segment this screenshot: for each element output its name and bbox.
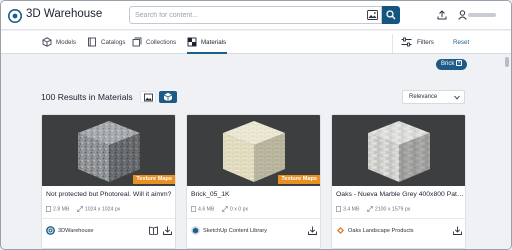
file-icon bbox=[46, 206, 51, 212]
material-title[interactable]: Brick_05_1K bbox=[191, 191, 319, 198]
search-button[interactable] bbox=[382, 6, 400, 24]
book-icon[interactable] bbox=[149, 226, 158, 235]
upload-icon[interactable] bbox=[437, 10, 447, 20]
publisher-name: Oaks Landscape Products bbox=[348, 227, 414, 234]
scrollbar[interactable] bbox=[504, 55, 511, 249]
material-thumbnail[interactable] bbox=[332, 115, 465, 186]
image-search-icon[interactable] bbox=[367, 10, 378, 20]
filter-chip-label: Brick bbox=[441, 61, 455, 67]
material-title[interactable]: Oaks - Nueva Marble Grey 400x800 Pattern bbox=[336, 191, 464, 198]
user-icon[interactable] bbox=[458, 10, 467, 20]
publisher-avatar bbox=[46, 226, 55, 235]
file-icon bbox=[336, 206, 341, 212]
file-size: 4.6 MB bbox=[198, 206, 215, 213]
image-icon bbox=[144, 93, 153, 102]
sort-label: Relevance bbox=[409, 94, 438, 100]
materials-icon bbox=[187, 37, 197, 47]
sort-dropdown[interactable]: Relevance bbox=[402, 90, 465, 104]
chevron-down-icon bbox=[454, 95, 460, 100]
material-card[interactable]: Texture Maps Not protected but Photoreal… bbox=[41, 114, 176, 249]
image-view-toggle[interactable] bbox=[140, 91, 156, 103]
texture-dimensions: 2100 x 1579 px bbox=[374, 206, 411, 213]
collections-icon bbox=[132, 37, 142, 47]
material-thumbnail[interactable]: Texture Maps bbox=[42, 115, 175, 186]
divider bbox=[187, 218, 320, 219]
texture-maps-badge: Texture Maps bbox=[278, 175, 320, 184]
reset-button[interactable]: Reset bbox=[453, 39, 469, 46]
3d-view-toggle[interactable] bbox=[159, 91, 177, 103]
texture-dimensions: 1024 x 1024 px bbox=[84, 206, 121, 213]
results-summary: 100 Results in Materials bbox=[41, 92, 133, 102]
publisher-avatar bbox=[191, 226, 200, 235]
3d-warehouse-logo-icon[interactable] bbox=[8, 9, 22, 23]
material-meta: 2.8 MB 1024 x 1024 px bbox=[46, 206, 126, 212]
divider bbox=[42, 218, 175, 219]
material-card[interactable]: Texture Maps Brick_05_1K 4.6 MB 0 x 0 px… bbox=[186, 114, 321, 249]
material-meta: 4.6 MB 0 x 0 px bbox=[191, 206, 254, 212]
cube-icon bbox=[42, 37, 52, 47]
top-header: 3D Warehouse bbox=[1, 1, 511, 30]
dimensions-icon bbox=[367, 206, 373, 212]
tab-materials[interactable]: Materials bbox=[187, 36, 227, 54]
tab-label: Catalogs bbox=[101, 39, 126, 46]
material-title[interactable]: Not protected but Photoreal. Will it aim… bbox=[46, 191, 174, 198]
material-meta: 3.4 MB 2100 x 1579 px bbox=[336, 206, 416, 212]
user-name-redacted[interactable] bbox=[468, 13, 496, 17]
search-input[interactable] bbox=[129, 6, 382, 24]
texture-dimensions: 0 x 0 px bbox=[229, 206, 249, 213]
file-size: 2.8 MB bbox=[53, 206, 70, 213]
cube-preview bbox=[368, 121, 430, 182]
material-card[interactable]: Oaks - Nueva Marble Grey 400x800 Pattern… bbox=[331, 114, 466, 249]
sliders-icon bbox=[401, 37, 412, 47]
download-icon[interactable] bbox=[163, 226, 172, 235]
download-icon[interactable] bbox=[453, 226, 462, 235]
texture-maps-badge: Texture Maps bbox=[133, 175, 175, 184]
divider bbox=[332, 218, 465, 219]
tab-label: Collections bbox=[146, 39, 177, 46]
publisher-avatar bbox=[337, 227, 344, 234]
tab-label: Models bbox=[56, 39, 76, 46]
app-window: 3D Warehouse Models bbox=[0, 0, 512, 250]
brand-name[interactable]: 3D Warehouse bbox=[26, 8, 102, 20]
publisher-name: 3DWarehouse bbox=[58, 227, 94, 234]
material-thumbnail[interactable]: Texture Maps bbox=[187, 115, 320, 186]
file-size: 3.4 MB bbox=[343, 206, 360, 213]
close-icon[interactable]: × bbox=[456, 60, 463, 67]
active-filter-chip[interactable]: Brick × bbox=[436, 59, 468, 70]
dimensions-icon bbox=[222, 206, 228, 212]
filters-label: Filters bbox=[417, 39, 434, 46]
cube-icon bbox=[163, 92, 173, 102]
tab-label: Materials bbox=[201, 39, 227, 46]
download-icon[interactable] bbox=[308, 226, 317, 235]
dimensions-icon bbox=[77, 206, 83, 212]
book-icon bbox=[88, 37, 96, 47]
file-icon bbox=[191, 206, 196, 212]
publisher-name: SketchUp Content Library bbox=[203, 227, 268, 234]
divider bbox=[392, 34, 393, 53]
category-nav: Models Catalogs Collections Materials bbox=[1, 31, 511, 54]
scrollbar-thumb[interactable] bbox=[505, 57, 509, 67]
search-icon bbox=[386, 10, 396, 20]
